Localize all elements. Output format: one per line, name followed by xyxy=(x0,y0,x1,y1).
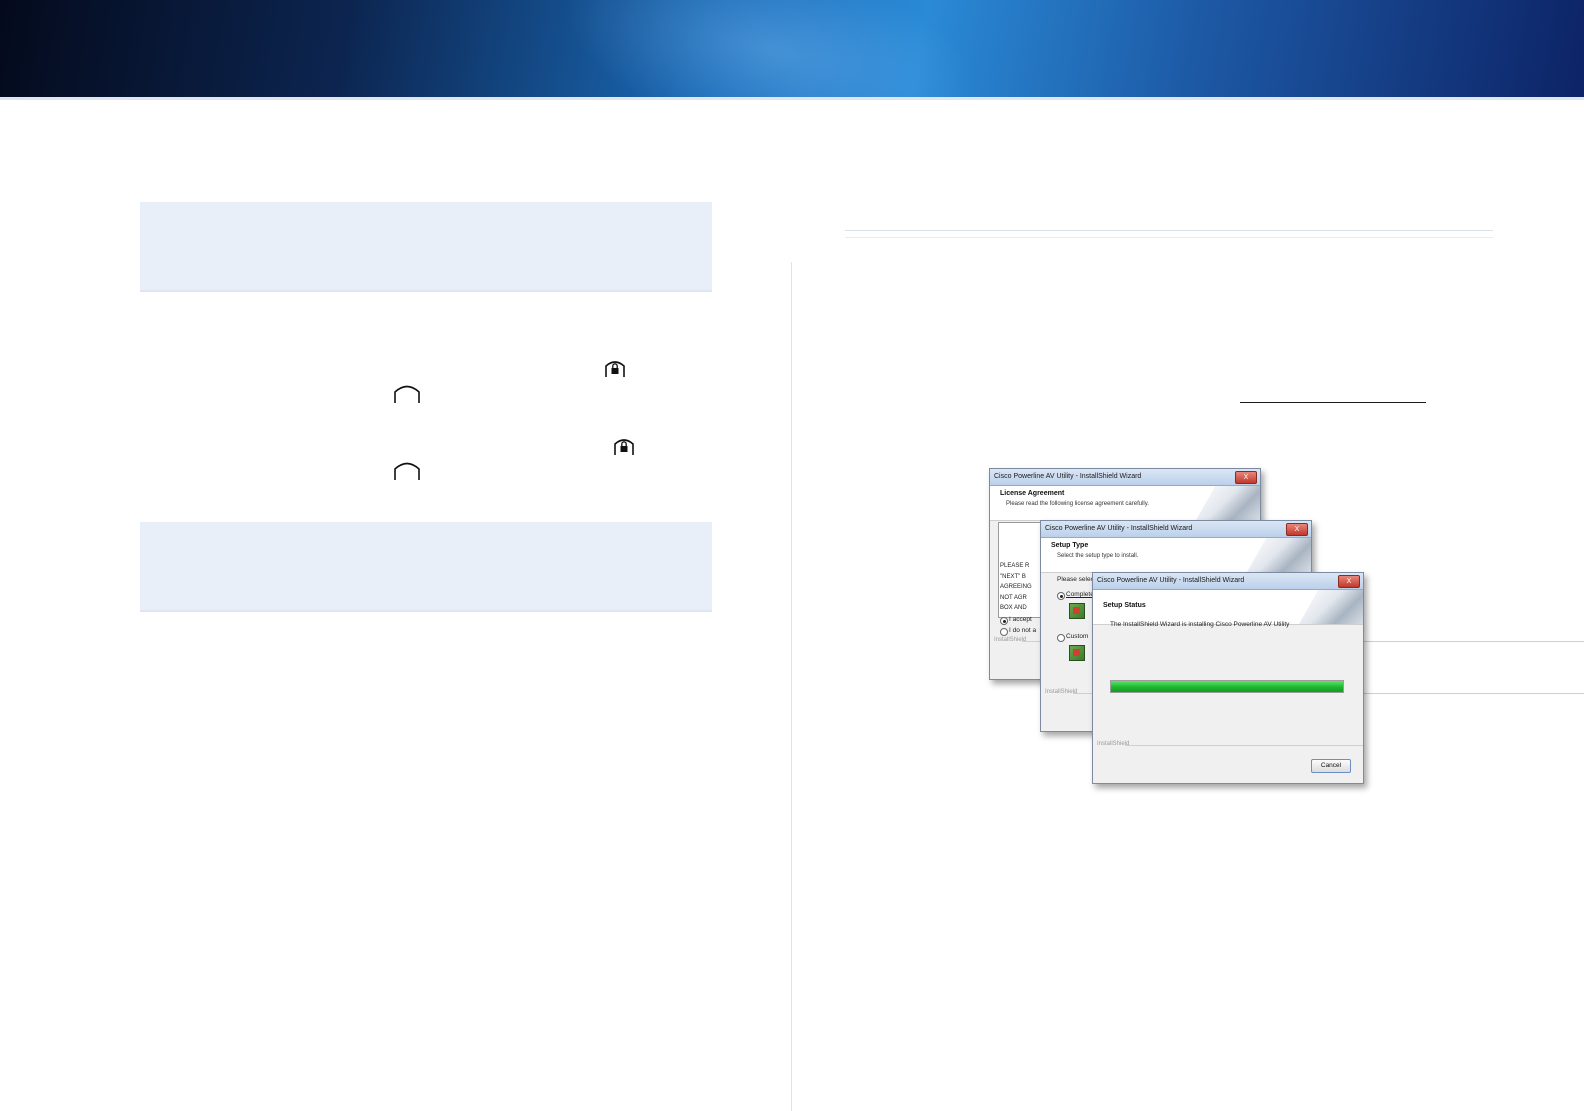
license-text: PLEASE R "NEXT" B AGREEING NOT AGR BOX A… xyxy=(1000,563,1032,611)
decline-label: I do not a xyxy=(1009,627,1037,634)
dialog-titlebar: Cisco Powerline AV Utility - InstallShie… xyxy=(1041,521,1311,538)
setup-status-title: Setup Status xyxy=(1103,602,1146,609)
dialog-title: Cisco Powerline AV Utility - InstallShie… xyxy=(994,473,1142,480)
installshield-brand: InstallShield xyxy=(994,637,1584,643)
banner-divider xyxy=(0,97,1584,100)
security-lock-icon xyxy=(614,439,634,455)
decline-radio[interactable] xyxy=(1000,628,1008,636)
close-button[interactable]: X xyxy=(1338,575,1360,588)
wizard-page-curl-graphic xyxy=(1299,590,1363,624)
column-divider xyxy=(791,262,792,1111)
close-button[interactable]: X xyxy=(1235,471,1257,484)
install-progress-fill xyxy=(1111,681,1343,692)
banner-glow xyxy=(545,0,995,97)
section-rule xyxy=(845,230,1493,231)
install-progress-bar xyxy=(1110,680,1344,693)
dialog-header: License Agreement Please read the follow… xyxy=(990,486,1260,521)
setup-type-prompt: Please select xyxy=(1057,576,1096,583)
cancel-button[interactable]: Cancel xyxy=(1311,759,1351,773)
note-box-bottom xyxy=(140,522,712,612)
dialog-header: Setup Status xyxy=(1093,590,1363,625)
powerline-arch-icon xyxy=(394,385,420,403)
setup-status-dialog: Cisco Powerline AV Utility - InstallShie… xyxy=(1092,572,1364,784)
setup-type-subtitle: Select the setup type to install. xyxy=(1057,553,1139,559)
link-underline[interactable] xyxy=(1240,402,1426,403)
custom-label: Custom xyxy=(1066,633,1089,640)
custom-radio[interactable] xyxy=(1057,634,1065,642)
accept-label: I accept xyxy=(1009,616,1032,623)
dialog-header: Setup Type Select the setup type to inst… xyxy=(1041,538,1311,573)
custom-setup-icon xyxy=(1069,645,1085,661)
installshield-brand: InstallShield xyxy=(1097,741,1363,747)
wizard-page-curl-graphic xyxy=(1247,538,1311,572)
complete-setup-icon xyxy=(1069,603,1085,619)
section-rule-secondary xyxy=(845,237,1493,238)
complete-radio[interactable] xyxy=(1057,592,1065,600)
wizard-page-curl-graphic xyxy=(1196,486,1260,520)
license-subtitle: Please read the following license agreem… xyxy=(1006,501,1149,507)
note-box-top xyxy=(140,202,712,292)
close-button[interactable]: X xyxy=(1286,523,1308,536)
installshield-brand: InstallShield xyxy=(1045,689,1584,695)
dialog-titlebar: Cisco Powerline AV Utility - InstallShie… xyxy=(1093,573,1363,590)
setup-status-message: The InstallShield Wizard is installing C… xyxy=(1110,621,1290,628)
accept-radio[interactable] xyxy=(1000,617,1008,625)
security-lock-icon xyxy=(605,361,625,377)
complete-label: Complete xyxy=(1066,591,1094,598)
dialog-title: Cisco Powerline AV Utility - InstallShie… xyxy=(1045,525,1193,532)
dialog-titlebar: Cisco Powerline AV Utility - InstallShie… xyxy=(990,469,1260,486)
powerline-arch-icon xyxy=(394,462,420,480)
top-banner xyxy=(0,0,1584,97)
dialog-title: Cisco Powerline AV Utility - InstallShie… xyxy=(1097,577,1245,584)
setup-type-title: Setup Type xyxy=(1051,542,1089,549)
license-title: License Agreement xyxy=(1000,490,1065,497)
